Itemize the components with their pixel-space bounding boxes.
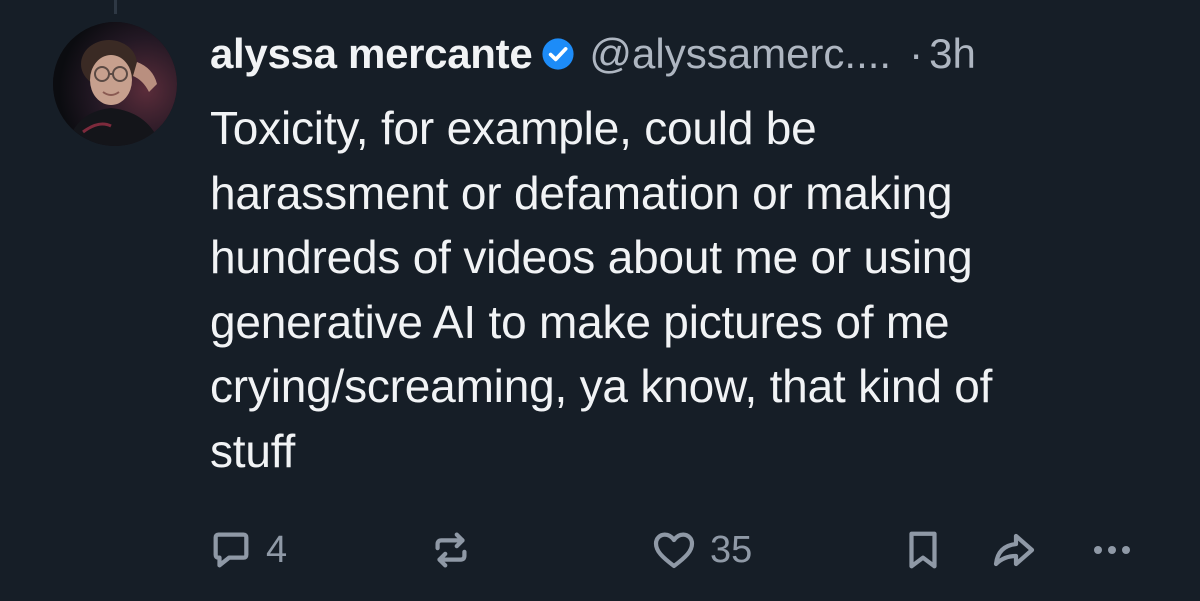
like-count: 35 [710,528,753,571]
repost-button[interactable] [428,520,474,580]
like-button[interactable]: 35 [650,520,752,580]
avatar[interactable] [53,22,177,146]
author-handle[interactable]: @alyssamerc.... [589,30,891,78]
post-text: Toxicity, for example, could be harassme… [210,102,993,477]
share-icon [990,526,1038,574]
verified-badge-icon [541,37,575,71]
post-action-bar: 4 35 [0,520,1200,580]
post-header: alyssa mercante @alyssamerc.... · 3h [210,27,976,81]
bookmark-button[interactable] [900,520,946,580]
separator-dot: · [909,30,924,77]
like-icon [650,526,698,574]
post-timestamp[interactable]: 3h [929,30,976,78]
reply-button[interactable]: 4 [208,520,287,580]
more-icon [1088,526,1136,574]
thread-connector-line [114,0,117,14]
repost-icon [428,527,474,573]
more-options-button[interactable] [1088,520,1136,580]
reply-icon [208,527,254,573]
reply-count: 4 [266,528,288,571]
author-display-name[interactable]: alyssa mercante [210,30,533,78]
share-button[interactable] [990,520,1038,580]
bookmark-icon [900,527,946,573]
